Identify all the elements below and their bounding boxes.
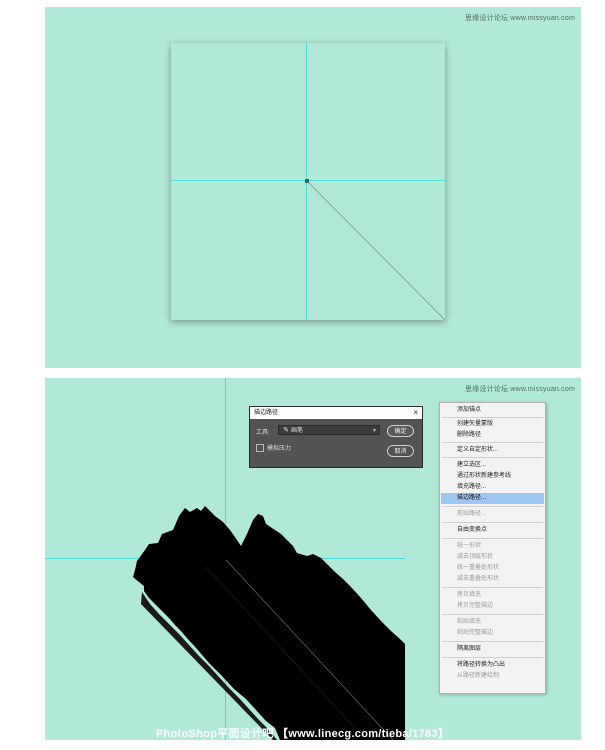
menu-divider <box>442 522 543 523</box>
menu-item-define-custom-shape[interactable]: 定义自定形状... <box>441 445 544 456</box>
top-panel: 思缘设计论坛 www.missyuan.com <box>45 7 581 368</box>
brush-icon: ✎ <box>283 427 289 434</box>
menu-item-unite-shapes: 统一形状 <box>457 543 482 549</box>
menu-item-paste-fill: 粘贴填充 <box>457 619 482 625</box>
dialog-titlebar: 描边路径 × <box>250 407 422 419</box>
document-canvas[interactable] <box>171 43 445 320</box>
ok-button[interactable]: 确定 <box>387 425 414 437</box>
menu-item-paste-stroke: 粘贴完整描边 <box>457 630 494 636</box>
tool-label: 工具: <box>256 430 270 436</box>
menu-divider <box>442 442 543 443</box>
chevron-down-icon: ▾ <box>372 428 376 434</box>
menu-divider <box>442 587 543 588</box>
menu-item-fill-path[interactable]: 填充路径... <box>441 482 544 493</box>
diagonal-path <box>306 180 445 320</box>
tool-value: 画笔 <box>291 428 304 434</box>
simulate-pressure-checkbox[interactable]: 模拟压力 <box>256 443 292 453</box>
menu-item-create-vector-mask[interactable]: 创建矢量蒙版 <box>441 419 544 430</box>
menu-divider <box>442 641 543 642</box>
anchor-point[interactable] <box>305 179 309 183</box>
menu-item-subtract-overlap: 减去重叠处形状 <box>457 576 500 582</box>
stroke-path-dialog: 描边路径 × 工具: ✎ 画笔 ▾ 模拟压力 确定 取消 <box>249 406 423 468</box>
footer-banner: PhotoShop平面设计吧 【www.linecg.com/tieba/178… <box>155 728 450 740</box>
menu-item-subtract-front-shape: 减去顶层形状 <box>457 554 494 560</box>
dialog-title: 描边路径 <box>254 410 279 416</box>
menu-item-delete-path[interactable]: 删除路径 <box>441 430 544 441</box>
close-icon[interactable]: × <box>413 407 418 419</box>
menu-item-copy-stroke: 拷贝完整描边 <box>457 603 494 609</box>
tool-select[interactable]: ✎ 画笔 ▾ <box>278 425 380 435</box>
menu-divider <box>442 614 543 615</box>
mountain-silhouette <box>133 506 405 740</box>
menu-item-isolate-layers[interactable]: 隔离图层 <box>441 644 544 655</box>
menu-item-stroke-path[interactable]: 描边路径... <box>441 493 544 504</box>
menu-item-unite-overlap: 统一重叠处形状 <box>457 565 500 571</box>
checkbox-box[interactable] <box>256 444 264 453</box>
menu-divider <box>442 417 543 418</box>
menu-item-convert-path-to-extrusion[interactable]: 将路径转换为凸出 <box>441 660 544 671</box>
menu-item-free-transform-points[interactable]: 自由变换点 <box>441 525 544 536</box>
watermark-top: 思缘设计论坛 www.missyuan.com <box>464 15 575 22</box>
menu-divider <box>442 457 543 458</box>
path-overlay <box>305 179 445 320</box>
cancel-button[interactable]: 取消 <box>387 445 414 457</box>
menu-item-make-selection[interactable]: 建立选区... <box>441 460 544 471</box>
menu-divider <box>442 506 543 507</box>
menu-divider <box>442 657 543 658</box>
menu-item-add-anchor[interactable]: 添加锚点 <box>441 405 544 416</box>
menu-item-new-guides-from-shape[interactable]: 通过形状新建参考线 <box>441 471 544 482</box>
menu-divider <box>442 538 543 539</box>
menu-item-clipping-path: 剪贴路径... <box>457 511 487 517</box>
simulate-pressure-label: 模拟压力 <box>267 446 292 452</box>
menu-item-new-drawing-from-path: 从路径新建绘制 <box>457 673 500 679</box>
menu-item-copy-fill: 拷贝填充 <box>457 592 482 598</box>
bottom-panel: 思缘设计论坛 www.missyuan.com 描边路径 × 工具: ✎ 画笔 ▾… <box>45 378 581 740</box>
path-context-menu: 添加锚点 创建矢量蒙版 删除路径 定义自定形状... 建立选区... 通过形状新… <box>439 402 546 694</box>
